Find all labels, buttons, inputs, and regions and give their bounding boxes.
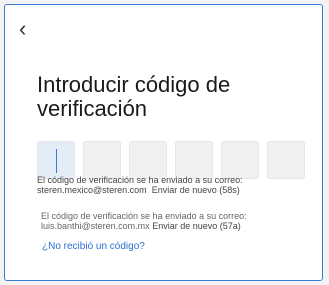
verification-notice-primary: El código de verificación se ha enviado … xyxy=(37,175,322,195)
no-code-link[interactable]: ¿No recibió un código? xyxy=(42,241,145,252)
verification-notice-secondary: El código de verificación se ha enviado … xyxy=(41,211,321,231)
code-box-6[interactable] xyxy=(267,141,305,179)
notice-text: El código de verificación se ha enviado … xyxy=(41,211,247,221)
code-box-3[interactable] xyxy=(129,141,167,179)
resend-button[interactable]: Enviar de nuevo (58s) xyxy=(152,185,240,195)
notice-email: luis.banthi@steren.com.mx xyxy=(41,221,150,231)
code-box-2[interactable] xyxy=(83,141,121,179)
page-title: Introducir código de verificación xyxy=(37,73,317,121)
notice-text: El código de verificación se ha enviado … xyxy=(37,175,243,185)
notice-email: steren.mexico@steren.com xyxy=(37,185,147,195)
chevron-left-icon: ‹ xyxy=(19,16,27,41)
code-box-5[interactable] xyxy=(221,141,259,179)
back-button[interactable]: ‹ xyxy=(19,16,37,41)
page-title-line1: Introducir código de xyxy=(37,72,231,97)
text-cursor xyxy=(56,149,57,173)
resend-button[interactable]: Enviar de nuevo (57a) xyxy=(152,221,241,231)
page-title-line2: verificación xyxy=(37,96,148,121)
code-box-4[interactable] xyxy=(175,141,213,179)
verification-screen: ‹ Introducir código de verificación El c… xyxy=(4,4,323,281)
code-box-1[interactable] xyxy=(37,141,75,179)
